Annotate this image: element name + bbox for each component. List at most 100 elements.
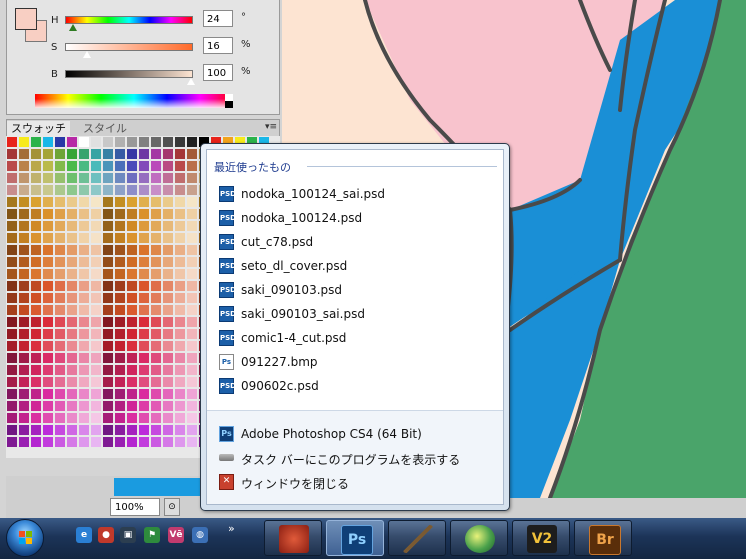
swatch[interactable] bbox=[151, 281, 161, 291]
color-ramp[interactable] bbox=[35, 94, 233, 108]
swatch[interactable] bbox=[31, 281, 41, 291]
swatch[interactable] bbox=[19, 245, 29, 255]
swatch[interactable] bbox=[175, 197, 185, 207]
swatch[interactable] bbox=[91, 305, 101, 315]
swatch[interactable] bbox=[7, 209, 17, 219]
swatch[interactable] bbox=[55, 341, 65, 351]
swatch[interactable] bbox=[55, 281, 65, 291]
swatch[interactable] bbox=[103, 281, 113, 291]
swatch[interactable] bbox=[139, 353, 149, 363]
swatch[interactable] bbox=[19, 389, 29, 399]
swatch[interactable] bbox=[55, 377, 65, 387]
quicklaunch-overflow[interactable]: » bbox=[228, 522, 235, 535]
swatch[interactable] bbox=[7, 365, 17, 375]
swatch[interactable] bbox=[115, 209, 125, 219]
swatch[interactable] bbox=[91, 221, 101, 231]
swatch[interactable] bbox=[163, 401, 173, 411]
swatch[interactable] bbox=[79, 245, 89, 255]
swatch[interactable] bbox=[127, 425, 137, 435]
swatch[interactable] bbox=[43, 281, 53, 291]
swatch[interactable] bbox=[43, 401, 53, 411]
swatch[interactable] bbox=[31, 137, 41, 147]
taskbar-brush[interactable] bbox=[388, 520, 446, 556]
swatch[interactable] bbox=[115, 365, 125, 375]
swatch[interactable] bbox=[175, 293, 185, 303]
swatch[interactable] bbox=[175, 377, 185, 387]
swatch[interactable] bbox=[139, 413, 149, 423]
swatch[interactable] bbox=[163, 281, 173, 291]
recent-item[interactable]: PSD saki_090103.psd bbox=[213, 279, 503, 301]
swatch[interactable] bbox=[43, 377, 53, 387]
swatch[interactable] bbox=[163, 221, 173, 231]
swatch[interactable] bbox=[187, 389, 197, 399]
swatch[interactable] bbox=[103, 233, 113, 243]
swatch[interactable] bbox=[115, 197, 125, 207]
swatch[interactable] bbox=[175, 437, 185, 447]
swatch[interactable] bbox=[151, 413, 161, 423]
swatch[interactable] bbox=[55, 233, 65, 243]
swatch[interactable] bbox=[79, 365, 89, 375]
swatch[interactable] bbox=[7, 425, 17, 435]
swatch[interactable] bbox=[127, 437, 137, 447]
swatch[interactable] bbox=[103, 305, 113, 315]
brightness-slider[interactable] bbox=[65, 70, 193, 78]
swatch[interactable] bbox=[187, 293, 197, 303]
swatch[interactable] bbox=[67, 209, 77, 219]
swatch[interactable] bbox=[67, 221, 77, 231]
swatch[interactable] bbox=[67, 425, 77, 435]
swatch[interactable] bbox=[175, 305, 185, 315]
swatch[interactable] bbox=[175, 365, 185, 375]
swatch[interactable] bbox=[7, 377, 17, 387]
swatch[interactable] bbox=[79, 305, 89, 315]
swatch[interactable] bbox=[103, 269, 113, 279]
swatch[interactable] bbox=[91, 389, 101, 399]
app-icon[interactable]: Vē bbox=[168, 527, 184, 543]
swatch[interactable] bbox=[79, 149, 89, 159]
swatch[interactable] bbox=[187, 305, 197, 315]
recent-item[interactable]: PSD comic1-4_cut.psd bbox=[213, 327, 503, 349]
recent-item[interactable]: PSD seto_dl_cover.psd bbox=[213, 255, 503, 277]
swatch[interactable] bbox=[67, 329, 77, 339]
swatch[interactable] bbox=[163, 353, 173, 363]
swatch[interactable] bbox=[139, 437, 149, 447]
swatch[interactable] bbox=[151, 269, 161, 279]
swatch[interactable] bbox=[55, 221, 65, 231]
app-icon[interactable]: ⚑ bbox=[144, 527, 160, 543]
swatch[interactable] bbox=[91, 413, 101, 423]
swatch[interactable] bbox=[91, 245, 101, 255]
swatch[interactable] bbox=[79, 401, 89, 411]
swatch[interactable] bbox=[127, 329, 137, 339]
swatch[interactable] bbox=[79, 425, 89, 435]
swatch[interactable] bbox=[139, 233, 149, 243]
app-icon[interactable]: ◍ bbox=[192, 527, 208, 543]
swatch[interactable] bbox=[19, 173, 29, 183]
ie-icon[interactable]: e bbox=[76, 527, 92, 543]
swatch[interactable] bbox=[187, 281, 197, 291]
swatch[interactable] bbox=[187, 269, 197, 279]
swatch[interactable] bbox=[55, 425, 65, 435]
swatch[interactable] bbox=[139, 317, 149, 327]
swatch[interactable] bbox=[187, 413, 197, 423]
tab-styles[interactable]: スタイル bbox=[79, 121, 131, 136]
swatch[interactable] bbox=[31, 149, 41, 159]
swatch[interactable] bbox=[163, 161, 173, 171]
swatch[interactable] bbox=[103, 137, 113, 147]
swatch[interactable] bbox=[43, 161, 53, 171]
swatch[interactable] bbox=[55, 365, 65, 375]
swatch[interactable] bbox=[139, 305, 149, 315]
swatch[interactable] bbox=[151, 161, 161, 171]
swatch[interactable] bbox=[31, 173, 41, 183]
swatch[interactable] bbox=[19, 353, 29, 363]
swatch[interactable] bbox=[55, 317, 65, 327]
open-photoshop-task[interactable]: Ps Adobe Photoshop CS4 (64 Bit) bbox=[213, 423, 503, 445]
swatch[interactable] bbox=[103, 149, 113, 159]
swatch[interactable] bbox=[91, 173, 101, 183]
swatch[interactable] bbox=[103, 317, 113, 327]
swatch[interactable] bbox=[163, 209, 173, 219]
swatch[interactable] bbox=[127, 233, 137, 243]
swatch[interactable] bbox=[175, 401, 185, 411]
swatch[interactable] bbox=[7, 233, 17, 243]
start-button[interactable] bbox=[6, 519, 44, 557]
swatch[interactable] bbox=[139, 185, 149, 195]
swatch[interactable] bbox=[19, 149, 29, 159]
